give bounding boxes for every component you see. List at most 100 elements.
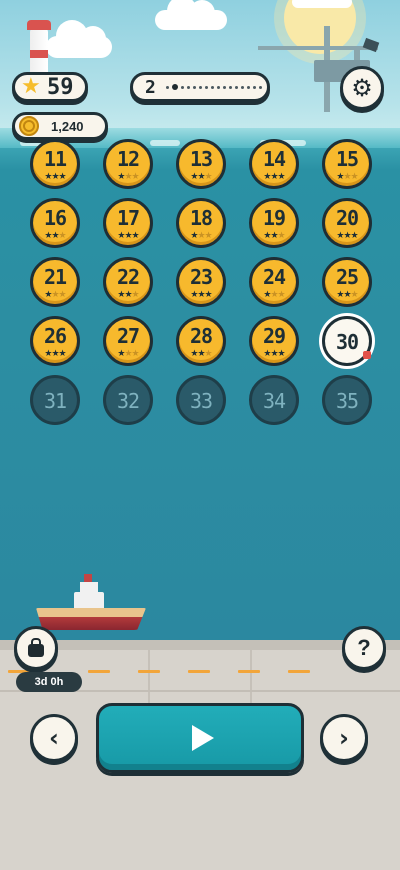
level-11-button[interactable]: 11 ★★★ [30,139,80,189]
star-icon: ★ [51,172,59,182]
level-stars: ★★★ [325,290,369,300]
play-button[interactable] [96,703,304,773]
level-number: 31 [43,389,67,413]
chevron-right-icon: › [339,724,349,752]
level-17-button[interactable]: 17 ★★★ [103,198,153,248]
level-number: 33 [189,389,213,413]
star-icon: ★ [58,349,67,359]
level-number: 14 [262,147,286,171]
level-number: 23 [189,265,213,289]
level-16-button[interactable]: 16 ★★★ [30,198,80,248]
star-icon: ★ [197,349,205,359]
level-stars: ★★★ [252,231,296,241]
level-12-button[interactable]: 12 ★★★ [103,139,153,189]
chevron-left-icon: ‹ [49,724,59,752]
level-13-button[interactable]: 13 ★★★ [176,139,226,189]
level-stars: ★★★ [252,290,296,300]
star-icon: ★ [51,349,59,359]
star-icon: ★ [350,172,359,182]
level-33-button: 33 [176,375,226,425]
level-number: 16 [43,206,67,230]
level-number: 17 [116,206,140,230]
help-icon: ? [357,635,371,660]
level-28-button[interactable]: 28 ★★★ [176,316,226,366]
star-icon: ★ [350,231,359,241]
level-stars: ★★★ [325,231,369,241]
previous-page-button[interactable]: ‹ [30,714,78,762]
star-count: 59 [47,74,74,100]
level-stars: ★★★ [33,231,77,241]
gear-icon: ⚙ [351,74,373,102]
star-icon: ★ [124,290,132,300]
shop-bag-button[interactable] [14,626,58,670]
level-34-button: 34 [249,375,299,425]
level-number: 35 [335,389,359,413]
star-icon: ★ [131,349,140,359]
level-20-button[interactable]: 20 ★★★ [322,198,372,248]
level-stars: ★★★ [179,290,223,300]
level-31-button: 31 [30,375,80,425]
page-dots [165,84,262,90]
level-number: 26 [43,324,67,348]
star-icon: ★ [197,231,205,241]
star-icon: ★ [270,349,278,359]
level-26-button[interactable]: 26 ★★★ [30,316,80,366]
level-stars: ★★★ [106,172,150,182]
level-35-button: 35 [322,375,372,425]
level-24-button[interactable]: 24 ★★★ [249,257,299,307]
level-21-button[interactable]: 21 ★★★ [30,257,80,307]
star-icon: ★ [204,172,213,182]
level-number: 20 [335,206,359,230]
help-button[interactable]: ? [342,626,386,670]
star-counter: ★ 59 [12,72,88,102]
level-stars: ★★★ [33,290,77,300]
star-icon: ★ [58,172,67,182]
level-stars: ★★★ [179,172,223,182]
star-icon: ★ [131,290,140,300]
level-stars: ★★★ [325,172,369,182]
offer-timer: 3d 0h [16,672,82,692]
level-29-button[interactable]: 29 ★★★ [249,316,299,366]
level-25-button[interactable]: 25 ★★★ [322,257,372,307]
level-23-button[interactable]: 23 ★★★ [176,257,226,307]
level-32-button: 32 [103,375,153,425]
star-icon: ★ [343,231,351,241]
level-30-button[interactable]: 30 [322,316,372,366]
star-icon: ★ [51,231,59,241]
star-icon: ★ [51,290,59,300]
star-icon: ★ [277,290,286,300]
level-15-button[interactable]: 15 ★★★ [322,139,372,189]
wave-decoration [150,140,180,146]
level-22-button[interactable]: 22 ★★★ [103,257,153,307]
star-icon: ★ [124,231,132,241]
level-number: 12 [116,147,140,171]
level-number: 24 [262,265,286,289]
level-number: 27 [116,324,140,348]
star-icon: ★ [350,290,359,300]
star-icon: ★ [197,290,205,300]
cloud-decoration [46,20,112,58]
coin-counter[interactable]: 1,240 [12,112,108,140]
star-icon: ★ [131,231,140,241]
dock-edge [0,640,400,650]
level-stars: ★★★ [106,349,150,359]
play-icon [192,725,214,751]
current-flag-icon [363,351,371,359]
level-27-button[interactable]: 27 ★★★ [103,316,153,366]
settings-button[interactable]: ⚙ [340,66,384,110]
level-19-button[interactable]: 19 ★★★ [249,198,299,248]
star-icon: ★ [204,231,213,241]
star-icon: ★ [131,172,140,182]
level-stars: ★★★ [106,231,150,241]
level-14-button[interactable]: 14 ★★★ [249,139,299,189]
cloud-decoration [292,0,352,8]
level-number: 19 [262,206,286,230]
level-18-button[interactable]: 18 ★★★ [176,198,226,248]
next-page-button[interactable]: › [320,714,368,762]
level-number: 29 [262,324,286,348]
level-stars: ★★★ [179,231,223,241]
star-icon: ★ [270,290,278,300]
star-icon: ★ [277,349,286,359]
level-stars: ★★★ [33,172,77,182]
star-icon: ★ [343,290,351,300]
